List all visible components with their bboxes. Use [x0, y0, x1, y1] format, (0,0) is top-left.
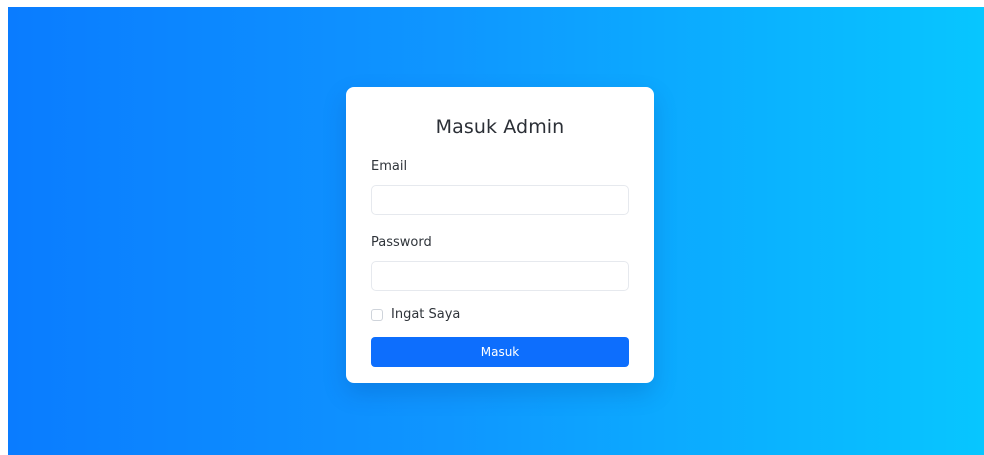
remember-me-checkbox[interactable] — [371, 309, 383, 321]
remember-me-option[interactable]: Ingat Saya — [371, 307, 629, 323]
gradient-background: Masuk Admin Email Password Ingat Saya Ma… — [8, 7, 984, 455]
login-button[interactable]: Masuk — [371, 337, 629, 367]
login-title: Masuk Admin — [435, 116, 565, 138]
password-field[interactable] — [371, 261, 629, 291]
login-card: Masuk Admin Email Password Ingat Saya Ma… — [346, 87, 654, 383]
password-label: Password — [371, 235, 432, 250]
email-label: Email — [371, 159, 408, 174]
remember-me-label: Ingat Saya — [391, 307, 461, 322]
email-field[interactable] — [371, 185, 629, 215]
